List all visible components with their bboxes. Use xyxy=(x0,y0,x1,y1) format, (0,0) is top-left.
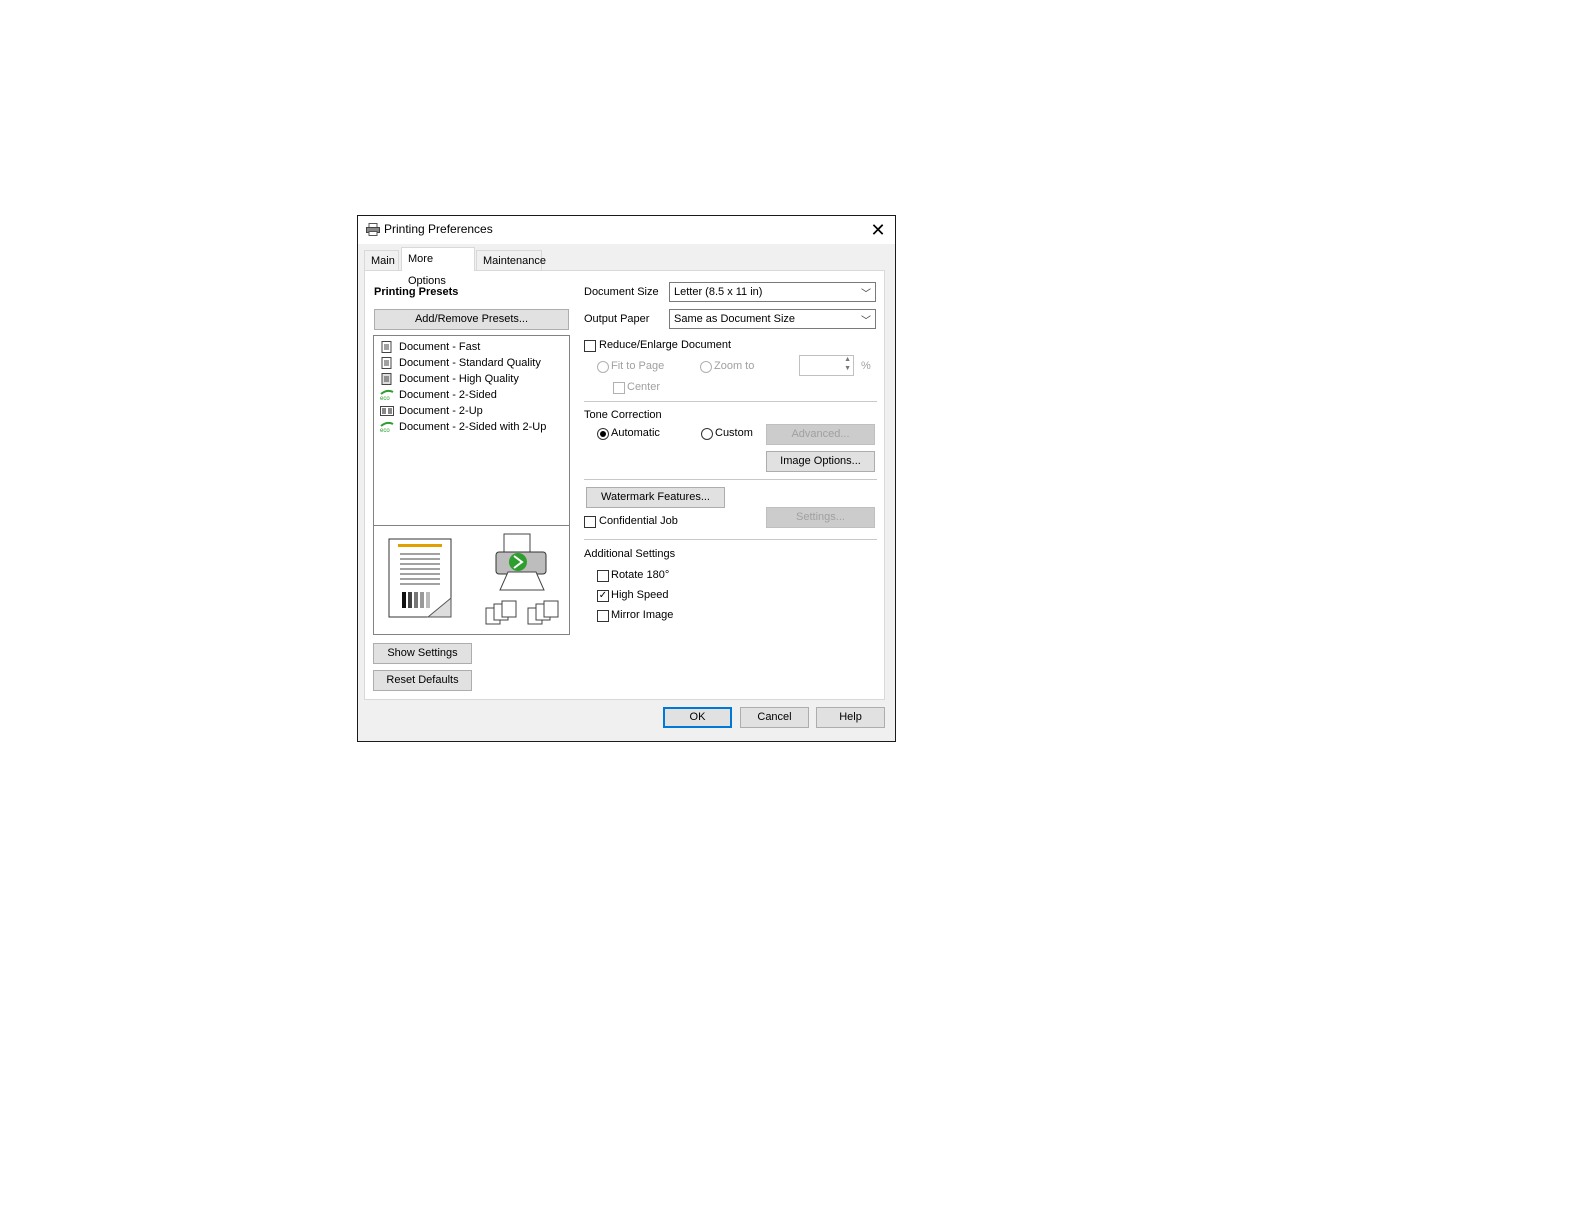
printer-icon xyxy=(366,223,380,236)
watermark-features-button[interactable]: Watermark Features... xyxy=(586,487,725,508)
divider xyxy=(584,401,877,402)
automatic-radio[interactable] xyxy=(597,428,609,440)
window-title: Printing Preferences xyxy=(384,222,493,236)
preset-label: Document - 2-Sided xyxy=(399,389,497,401)
preset-list[interactable]: Document - Fast Document - Standard Qual… xyxy=(373,335,570,635)
cancel-button[interactable]: Cancel xyxy=(740,707,809,728)
additional-settings-label: Additional Settings xyxy=(584,548,676,560)
document-preview-icon xyxy=(388,538,452,618)
document-icon xyxy=(381,341,392,353)
document-size-label: Document Size xyxy=(584,286,659,298)
zoom-to-label: Zoom to xyxy=(714,360,755,372)
add-remove-presets-button[interactable]: Add/Remove Presets... xyxy=(374,309,569,330)
rotate-180-checkbox[interactable] xyxy=(597,570,609,582)
radio-selected-dot xyxy=(600,431,606,437)
help-button[interactable]: Help xyxy=(816,707,885,728)
chevron-down-icon: ﹀ xyxy=(861,289,871,300)
eco-icon: eco xyxy=(380,421,394,433)
two-up-icon xyxy=(380,406,394,416)
tab-main[interactable]: Main xyxy=(364,250,399,270)
preset-label: Document - High Quality xyxy=(399,373,519,385)
printer-illustration-icon xyxy=(495,533,547,591)
close-button[interactable]: ✕ xyxy=(861,216,895,244)
output-paper-label: Output Paper xyxy=(584,313,650,325)
fit-to-page-radio[interactable] xyxy=(597,361,609,373)
advanced-button[interactable]: Advanced... xyxy=(766,424,875,445)
pages-stack-icon xyxy=(527,600,559,625)
divider xyxy=(584,539,877,540)
confidential-job-checkbox[interactable] xyxy=(584,516,596,528)
printing-preferences-dialog: Printing Preferences ✕ Main More Options… xyxy=(357,215,896,742)
output-paper-select[interactable]: Same as Document Size ﹀ xyxy=(669,309,876,329)
confidential-job-label: Confidential Job xyxy=(599,515,678,527)
watermark-settings-button[interactable]: Settings... xyxy=(766,507,875,528)
svg-text:eco: eco xyxy=(380,428,390,433)
document-size-value: Letter (8.5 x 11 in) xyxy=(674,286,763,298)
eco-icon: eco xyxy=(380,389,394,401)
more-options-panel: Printing Presets Add/Remove Presets... D… xyxy=(364,270,885,700)
preset-label: Document - Standard Quality xyxy=(399,357,541,369)
output-paper-value: Same as Document Size xyxy=(674,313,796,325)
close-icon: ✕ xyxy=(870,219,886,240)
reduce-enlarge-checkbox[interactable] xyxy=(584,340,596,352)
custom-label: Custom xyxy=(715,427,753,439)
high-speed-checkbox[interactable]: ✓ xyxy=(597,590,609,602)
automatic-label: Automatic xyxy=(611,427,660,439)
chevron-down-icon: ﹀ xyxy=(861,316,871,327)
reduce-enlarge-label: Reduce/Enlarge Document xyxy=(599,339,732,351)
spin-up-icon: ▲ xyxy=(844,356,851,363)
preset-label: Document - 2-Sided with 2-Up xyxy=(399,421,547,433)
preset-label: Document - Fast xyxy=(399,341,481,353)
document-size-select[interactable]: Letter (8.5 x 11 in) ﹀ xyxy=(669,282,876,302)
divider xyxy=(584,479,877,480)
svg-text:eco: eco xyxy=(380,396,390,401)
spin-down-icon: ▼ xyxy=(844,365,851,372)
preset-label: Document - 2-Up xyxy=(399,405,483,417)
center-label: Center xyxy=(627,381,661,393)
mirror-image-checkbox[interactable] xyxy=(597,610,609,622)
show-settings-button[interactable]: Show Settings xyxy=(373,643,472,664)
document-icon xyxy=(381,357,392,369)
tone-correction-label: Tone Correction xyxy=(584,409,662,421)
rotate-180-label: Rotate 180° xyxy=(611,569,670,581)
check-icon: ✓ xyxy=(598,590,608,601)
tab-maintenance[interactable]: Maintenance xyxy=(476,250,546,270)
custom-radio[interactable] xyxy=(701,428,713,440)
pages-stack-icon xyxy=(485,600,517,625)
zoom-percent-spinner[interactable]: ▲ ▼ xyxy=(799,355,854,376)
zoom-to-radio[interactable] xyxy=(700,361,712,373)
center-checkbox[interactable] xyxy=(613,382,625,394)
mirror-image-label: Mirror Image xyxy=(611,609,674,621)
ok-button[interactable]: OK xyxy=(663,707,732,728)
preview-area xyxy=(374,525,569,635)
reset-defaults-button[interactable]: Reset Defaults xyxy=(373,670,472,691)
document-icon xyxy=(381,373,392,385)
fit-to-page-label: Fit to Page xyxy=(611,360,665,372)
tab-more-options[interactable]: More Options xyxy=(401,247,475,287)
image-options-button[interactable]: Image Options... xyxy=(766,451,875,472)
title-bar: Printing Preferences ✕ xyxy=(358,216,895,244)
percent-symbol: % xyxy=(861,360,871,372)
high-speed-label: High Speed xyxy=(611,589,669,601)
